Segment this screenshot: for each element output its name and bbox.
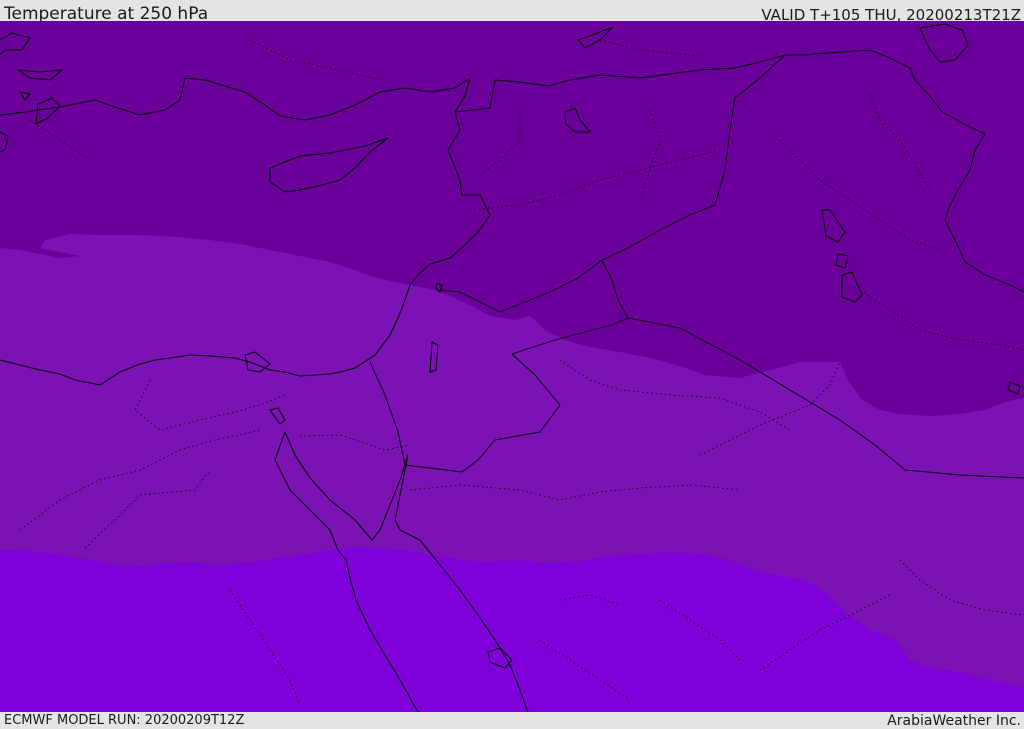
model-run-label: ECMWF MODEL RUN: 20200209T12Z bbox=[4, 713, 245, 728]
footer-bar: ECMWF MODEL RUN: 20200209T12Z ArabiaWeat… bbox=[0, 712, 1024, 729]
map-canvas bbox=[0, 21, 1024, 712]
header-bar: Temperature at 250 hPa VALID T+105 THU, … bbox=[0, 0, 1024, 24]
credit-label: ArabiaWeather Inc. bbox=[887, 713, 1021, 729]
